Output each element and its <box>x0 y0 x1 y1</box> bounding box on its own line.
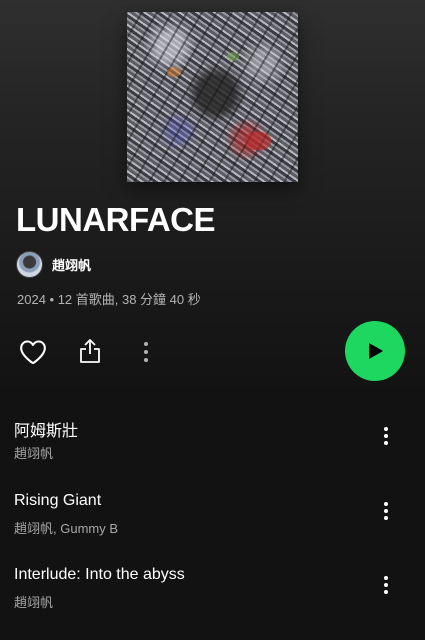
artist-link[interactable]: 趙翊帆 <box>16 251 91 278</box>
more-options-button[interactable] <box>136 338 156 366</box>
cover-paint-splash <box>245 132 271 150</box>
track-more-button[interactable] <box>376 423 396 449</box>
track-title: 阿姆斯壯 <box>14 423 79 440</box>
play-icon <box>369 343 383 359</box>
cover-texture <box>127 12 298 182</box>
artist-name: 趙翊帆 <box>52 258 92 273</box>
track-row[interactable]: Interlude: Into the abyss 趙翊帆 <box>0 566 425 626</box>
cover-paint-splash <box>227 52 239 61</box>
share-icon <box>80 339 100 363</box>
track-artist: 趙翊帆, Gummy B <box>14 521 119 536</box>
heart-outline-icon <box>20 340 46 365</box>
album-meta: 2024 • 12 首歌曲, 38 分鐘 40 秒 <box>17 292 201 307</box>
more-vertical-icon <box>384 576 388 594</box>
like-button[interactable] <box>18 338 48 366</box>
track-more-button[interactable] <box>376 498 396 524</box>
track-row[interactable]: Rising Giant 趙翊帆, Gummy B <box>0 492 425 552</box>
play-button[interactable] <box>345 321 405 381</box>
track-row[interactable]: 阿姆斯壯 趙翊帆 <box>0 417 425 477</box>
track-title: Rising Giant <box>14 492 102 509</box>
cover-paint-splash <box>167 67 181 77</box>
album-title: LUNARFACE <box>16 201 216 238</box>
track-more-button[interactable] <box>376 572 396 598</box>
track-title: Interlude: Into the abyss <box>14 566 185 583</box>
more-vertical-icon <box>144 342 148 362</box>
share-button[interactable] <box>77 337 103 365</box>
more-vertical-icon <box>384 427 388 445</box>
track-artist: 趙翊帆 <box>14 595 54 610</box>
album-cover <box>127 12 298 182</box>
track-artist: 趙翊帆 <box>14 446 54 461</box>
artist-avatar <box>16 251 43 278</box>
more-vertical-icon <box>384 502 388 520</box>
